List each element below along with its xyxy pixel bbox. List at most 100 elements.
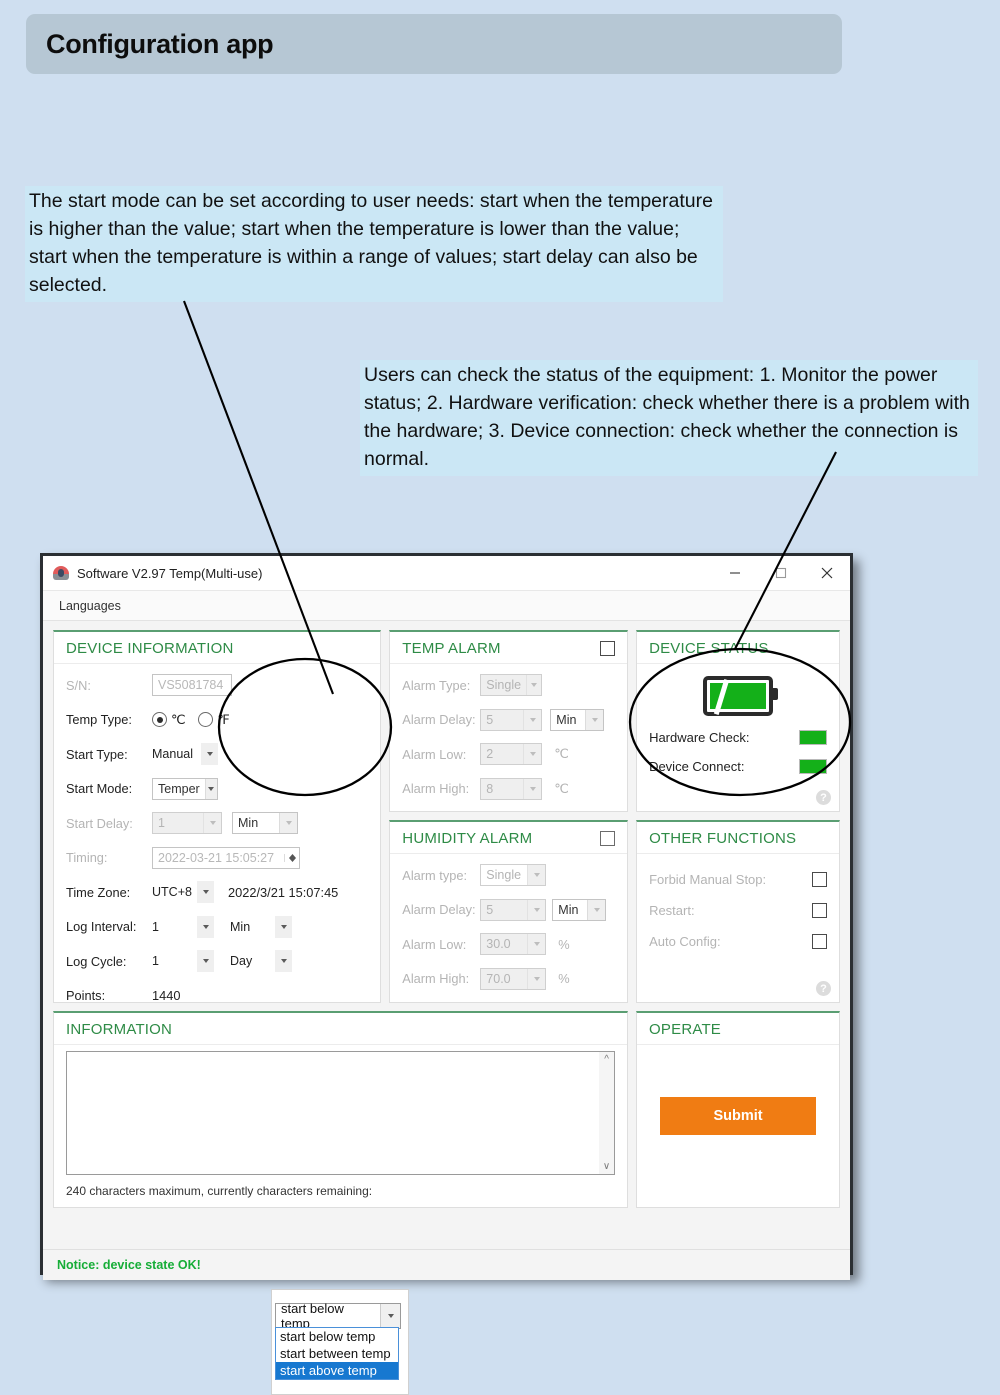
chevron-down-icon [201,743,218,766]
select-start-mode[interactable]: Temper [152,777,218,800]
row-start-mode: Start Mode: Temper [66,772,368,807]
label-hardware-check: Hardware Check: [649,730,750,745]
status-notice: Notice: device state OK! [57,1258,201,1272]
label-temp-alarm-type: Alarm Type: [402,677,471,693]
status-led-device-connect [799,759,827,774]
select-log-cycle-unit[interactable]: Day [230,950,292,973]
select-temp-alarm-low-value: 2 [486,747,494,762]
panel-other-functions-title: OTHER FUNCTIONS [649,830,797,847]
row-log-interval: Log Interval: 1 Min [66,910,368,945]
select-start-delay-unit[interactable]: Min [232,812,298,835]
label-humidity-alarm-delay: Alarm Delay: [402,902,476,918]
help-icon[interactable]: ? [816,981,831,996]
select-log-cycle-unit-text: Day [230,954,253,969]
window-close-button[interactable] [804,557,850,590]
select-log-interval-value[interactable]: 1 [152,915,214,938]
information-textarea[interactable]: ^ ∨ [66,1051,616,1175]
panel-humidity-alarm-header: HUMIDITY ALARM [390,822,628,854]
application-window: Software V2.97 Temp(Multi-use) Languages… [40,553,853,1395]
select-start-delay-value[interactable]: 1 [152,812,222,835]
select-start-type[interactable]: Manual [152,743,218,766]
dropdown-combobox[interactable]: start below temp [275,1301,401,1331]
select-temp-alarm-type[interactable]: Single [480,674,543,697]
dropdown-options-list[interactable]: start below temp start between temp star… [275,1327,399,1380]
window-title: Software V2.97 Temp(Multi-use) [77,565,263,581]
select-log-cycle-value[interactable]: 1 [152,950,214,973]
dropdown-option-start-between-temp[interactable]: start between temp [276,1345,398,1362]
select-time-zone-value: UTC+8 [152,885,192,900]
menu-item-languages[interactable]: Languages [49,599,131,613]
panel-information-header: INFORMATION [54,1013,628,1045]
row-temp-alarm-low: Alarm Low: 2 ℃ [402,737,615,772]
row-humidity-alarm-high: Alarm High: 70.0 % [402,962,615,997]
row-start-type: Start Type: Manual [66,737,368,772]
dropdown-selected-value: start below temp [281,1301,344,1331]
checkbox-humidity-alarm-enable[interactable] [600,831,616,846]
chevron-down-icon [204,778,217,799]
radio-temp-celsius[interactable]: ℃ [152,712,185,728]
value-points: 1440 [152,988,181,1004]
row-time-zone: Time Zone: UTC+8 2022/3/21 15:07:45 [66,875,368,910]
select-humidity-alarm-delay-unit[interactable]: Min [552,898,607,921]
row-humidity-alarm-type: Alarm type: Single [402,858,615,893]
row-forbid-manual-stop: Forbid Manual Stop: [649,864,827,895]
row-hardware-check: Hardware Check: [649,730,827,745]
dropdown-option-start-above-temp[interactable]: start above temp [276,1362,398,1379]
radio-unselected-icon [198,712,214,728]
start-mode-dropdown-open[interactable]: start below temp start below temp start … [271,1289,409,1395]
checkbox-restart[interactable] [812,903,827,918]
panel-device-status-header: DEVICE STATUS [637,632,839,664]
panel-operate-header: OPERATE [637,1013,839,1045]
chevron-down-icon[interactable] [380,1304,400,1328]
select-humidity-alarm-delay-value: 5 [486,902,494,917]
checkbox-temp-alarm-enable[interactable] [600,641,616,656]
chevron-down-icon [587,899,606,920]
chevron-down-icon [275,950,292,973]
label-timing: Timing: [66,850,108,866]
select-humidity-alarm-delay-unit-value: Min [558,902,579,917]
window-minimize-button[interactable] [712,557,758,590]
select-humidity-alarm-low-value: 30.0 [486,937,511,952]
label-device-connect: Device Connect: [649,759,745,774]
panel-other-functions-header: OTHER FUNCTIONS [637,822,839,854]
label-temp-alarm-low: Alarm Low: [402,746,467,762]
chevron-down-icon [527,865,546,886]
submit-button[interactable]: Submit [660,1097,817,1135]
select-humidity-alarm-high[interactable]: 70.0 [480,967,547,990]
dropdown-option-start-below-temp[interactable]: start below temp [276,1328,398,1345]
help-icon[interactable]: ? [816,790,831,805]
select-temp-alarm-high[interactable]: 8 [480,777,543,800]
chevron-down-icon [585,709,604,730]
select-humidity-alarm-delay[interactable]: 5 [480,898,547,921]
select-temp-alarm-low[interactable]: 2 [480,743,543,766]
chevron-down-icon [526,675,542,696]
select-log-interval-unit[interactable]: Min [230,915,292,938]
input-timing[interactable]: 2022-03-21 15:05:27 [152,846,300,869]
window-maximize-button[interactable] [758,557,804,590]
panel-other-functions: OTHER FUNCTIONS Forbid Manual Stop: Rest… [636,820,840,1003]
textarea-scrollbar[interactable]: ^ ∨ [599,1052,615,1174]
scroll-down-icon[interactable]: ∨ [603,1159,610,1174]
scroll-up-icon[interactable]: ^ [604,1052,609,1067]
checkbox-auto-config[interactable] [812,934,827,949]
label-humidity-alarm-high: Alarm High: [402,971,470,987]
spinner-timing[interactable] [284,853,299,862]
checkbox-forbid-manual-stop[interactable] [812,872,827,887]
select-start-delay-unit-text: Min [238,816,259,831]
select-temp-alarm-high-value: 8 [486,781,494,796]
select-time-zone[interactable]: UTC+8 [152,881,214,904]
label-temp-alarm-delay: Alarm Delay: [402,712,476,728]
select-temp-alarm-delay-unit[interactable]: Min [550,708,605,731]
chevron-down-icon [523,744,542,765]
label-points: Points: [66,988,106,1004]
radio-temp-fahrenheit[interactable]: ℉ [198,712,230,728]
panel-temp-alarm-header: TEMP ALARM [390,632,628,664]
input-serial-number: VS5081784 [152,674,232,697]
unit-humidity-alarm-high: % [558,971,570,987]
row-start-delay: Start Delay: 1 Min [66,806,368,841]
select-humidity-alarm-type[interactable]: Single [480,864,547,887]
select-temp-alarm-delay[interactable]: 5 [480,708,543,731]
unit-humidity-alarm-low: % [558,936,570,952]
select-humidity-alarm-low[interactable]: 30.0 [480,933,547,956]
select-humidity-alarm-type-value: Single [486,868,522,883]
